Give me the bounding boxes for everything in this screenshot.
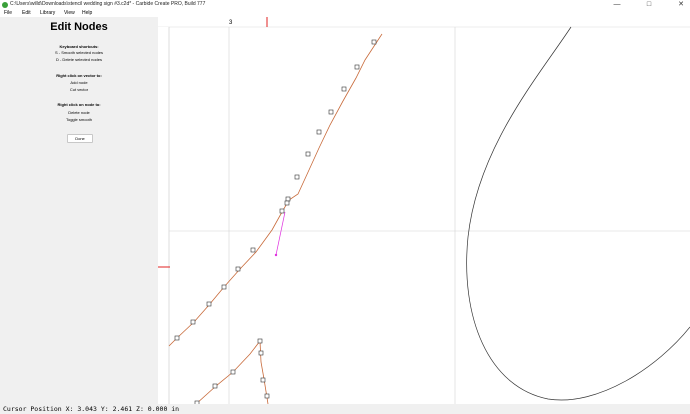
design-canvas[interactable]: 3 xyxy=(158,17,690,406)
window-controls: — □ ✕ xyxy=(612,0,686,9)
node[interactable] xyxy=(221,284,227,290)
node[interactable] xyxy=(328,109,334,115)
node[interactable] xyxy=(190,319,196,325)
shortcut-delete-text: D - Delete selected nodes xyxy=(55,57,103,62)
node-toggle-text: Toggle smooth xyxy=(65,117,92,122)
edited-vector-path[interactable] xyxy=(168,33,383,347)
edit-nodes-panel: Edit Nodes Keyboard shortcuts: S - Smoot… xyxy=(0,17,158,404)
menu-view[interactable]: View xyxy=(60,9,78,17)
oval-vector[interactable] xyxy=(466,26,690,401)
node-delete-text: Delete node xyxy=(68,110,90,115)
node[interactable] xyxy=(316,129,322,135)
node[interactable] xyxy=(264,393,270,399)
bezier-handle-line[interactable] xyxy=(275,211,286,256)
menu-edit[interactable]: Edit xyxy=(18,9,36,17)
minimize-icon[interactable]: — xyxy=(612,0,622,9)
node[interactable] xyxy=(258,350,264,356)
node[interactable] xyxy=(341,86,347,92)
node[interactable] xyxy=(257,338,263,344)
node[interactable] xyxy=(174,335,180,341)
app-logo-icon xyxy=(2,1,8,8)
bezier-handle-point[interactable] xyxy=(274,253,278,257)
node[interactable] xyxy=(260,377,266,383)
vector-heading: Right click on vector to: xyxy=(56,73,102,78)
node[interactable] xyxy=(305,151,311,157)
node[interactable] xyxy=(250,247,256,253)
vector-add-text: Add node xyxy=(70,80,88,85)
node[interactable] xyxy=(354,64,360,70)
cursor-position-text: Cursor Position X: 3.043 Y: 2.461 Z: 0.0… xyxy=(3,405,180,413)
node[interactable] xyxy=(212,383,218,389)
close-icon[interactable]: ✕ xyxy=(676,0,686,9)
done-button[interactable]: Done xyxy=(67,134,93,143)
window-title: C:\Users\willd\Downloads\stencil wedding… xyxy=(10,1,206,7)
shortcuts-heading: Keyboard shortcuts: xyxy=(59,44,99,49)
left-ruler xyxy=(158,27,169,404)
menu-help[interactable]: Help xyxy=(78,9,96,17)
menu-bar: File Edit Library View Help xyxy=(0,9,690,17)
node-selected[interactable] xyxy=(279,208,285,214)
menu-file[interactable]: File xyxy=(0,9,18,17)
node[interactable] xyxy=(230,369,236,375)
status-bar: Cursor Position X: 3.043 Y: 2.461 Z: 0.0… xyxy=(0,404,690,414)
node-markers xyxy=(174,39,377,406)
shortcut-smooth-text: S - Smooth selected nodes xyxy=(54,50,104,55)
panel-title: Edit Nodes xyxy=(50,21,108,33)
node[interactable] xyxy=(284,200,290,206)
node[interactable] xyxy=(235,266,241,272)
node[interactable] xyxy=(206,301,212,307)
maximize-icon[interactable]: □ xyxy=(644,0,654,9)
node[interactable] xyxy=(294,174,300,180)
title-bar: C:\Users\willd\Downloads\stencil wedding… xyxy=(0,0,690,9)
node[interactable] xyxy=(371,39,377,45)
node[interactable] xyxy=(285,196,291,202)
vector-cut-text: Cut vector xyxy=(69,87,89,92)
top-ruler xyxy=(158,17,690,27)
node-heading: Right click on node to: xyxy=(57,102,101,107)
canvas-svg[interactable]: 3 xyxy=(158,17,690,406)
menu-library[interactable]: Library xyxy=(36,9,60,17)
